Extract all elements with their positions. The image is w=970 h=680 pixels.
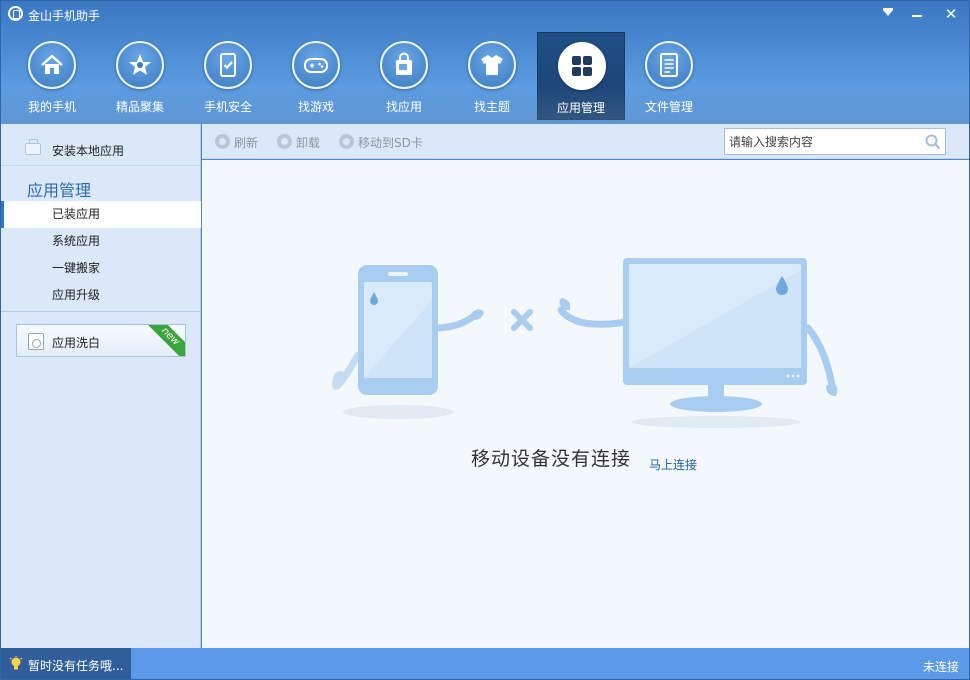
minimize-icon — [912, 15, 922, 17]
nav-featured[interactable]: 精品聚集 — [96, 32, 184, 120]
nav-file-management[interactable]: 文件管理 — [625, 32, 713, 120]
nav-app-management[interactable]: 应用管理 — [537, 32, 625, 120]
home-icon — [41, 54, 63, 74]
new-badge: new — [143, 325, 185, 356]
gamepad-icon — [304, 58, 328, 73]
sidebar-heading: 应用管理 — [27, 181, 92, 200]
sidebar-item-one-click-move[interactable]: 一键搬家 — [1, 255, 201, 282]
app-wash-button[interactable]: 应用洗白 new — [16, 324, 186, 357]
close-icon: ✕ — [944, 5, 958, 23]
sidebar-divider — [1, 311, 201, 312]
status-bar: 暂时没有任务哦... 未连接 — [1, 648, 969, 679]
app-grid-icon — [572, 56, 592, 76]
disconnected-message: 移动设备没有连接 — [471, 448, 632, 470]
task-status-text: 暂时没有任务哦... — [28, 659, 124, 673]
trash-icon — [277, 134, 292, 149]
nav-label: 手机安全 — [203, 100, 252, 114]
install-local-app-button[interactable]: 安装本地应用 — [1, 124, 201, 166]
sidebar: 安装本地应用 应用管理 已装应用 系统应用 一键搬家 应用升级 应用洗白 new — [1, 124, 201, 648]
nav-label: 应用管理 — [556, 101, 605, 115]
refresh-label: 刷新 — [234, 136, 259, 150]
star-icon — [129, 54, 151, 75]
shopping-bag-icon — [396, 52, 412, 75]
main-content: 移动设备没有连接 马上连接 — [202, 160, 969, 648]
search-icon[interactable] — [925, 134, 941, 150]
package-icon — [25, 139, 41, 155]
washing-machine-icon — [28, 333, 44, 350]
menu-button[interactable] — [877, 4, 899, 24]
disconnected-illustration — [331, 258, 838, 428]
nav-games[interactable]: 找游戏 — [272, 32, 360, 120]
title-bar: 金山手机助手 ✕ — [1, 1, 969, 29]
nav-label: 精品聚集 — [115, 100, 164, 114]
header: 金山手机助手 ✕ 我的手机 精品聚集 手机安全 找游戏 找应用 找主题 应用管理… — [1, 1, 969, 124]
move-to-sd-label: 移动到SD卡 — [358, 136, 423, 150]
search-box — [724, 128, 946, 155]
nav-label: 我的手机 — [27, 100, 76, 114]
nav-phone-security[interactable]: 手机安全 — [184, 32, 272, 120]
app-wash-label: 应用洗白 — [52, 336, 101, 350]
main-nav: 我的手机 精品聚集 手机安全 找游戏 找应用 找主题 应用管理 文件管理 — [8, 32, 708, 120]
sidebar-item-system-apps[interactable]: 系统应用 — [1, 228, 201, 255]
uninstall-label: 卸载 — [296, 136, 321, 150]
nav-label: 文件管理 — [644, 100, 693, 114]
search-input[interactable] — [729, 133, 919, 150]
tshirt-icon — [481, 55, 503, 75]
task-status: 暂时没有任务哦... — [1, 648, 131, 679]
nav-themes[interactable]: 找主题 — [448, 32, 536, 120]
app-title: 金山手机助手 — [28, 9, 101, 23]
chevron-down-icon — [883, 10, 893, 16]
nav-label: 找应用 — [385, 100, 422, 114]
app-logo-icon — [8, 6, 23, 21]
nav-label: 找主题 — [473, 100, 510, 114]
nav-apps[interactable]: 找应用 — [360, 32, 448, 120]
minimize-button[interactable] — [906, 4, 928, 24]
nav-my-phone[interactable]: 我的手机 — [8, 32, 96, 120]
nav-label: 找游戏 — [297, 100, 334, 114]
app-window: 金山手机助手 ✕ 我的手机 精品聚集 手机安全 找游戏 找应用 找主题 应用管理… — [0, 0, 970, 680]
document-icon — [660, 53, 678, 77]
toolbar: 刷新 卸载 移动到SD卡 — [202, 124, 969, 159]
connection-status: 未连接 — [922, 660, 959, 674]
install-local-app-label: 安装本地应用 — [52, 144, 125, 158]
refresh-icon — [215, 134, 230, 149]
sidebar-item-installed-apps[interactable]: 已装应用 — [1, 201, 201, 228]
phone-shield-icon — [220, 53, 236, 77]
connect-now-link[interactable]: 马上连接 — [649, 456, 697, 473]
lightbulb-icon — [9, 656, 23, 670]
sd-card-icon — [339, 134, 354, 149]
sidebar-item-app-upgrade[interactable]: 应用升级 — [1, 282, 201, 309]
close-button[interactable]: ✕ — [940, 4, 962, 24]
